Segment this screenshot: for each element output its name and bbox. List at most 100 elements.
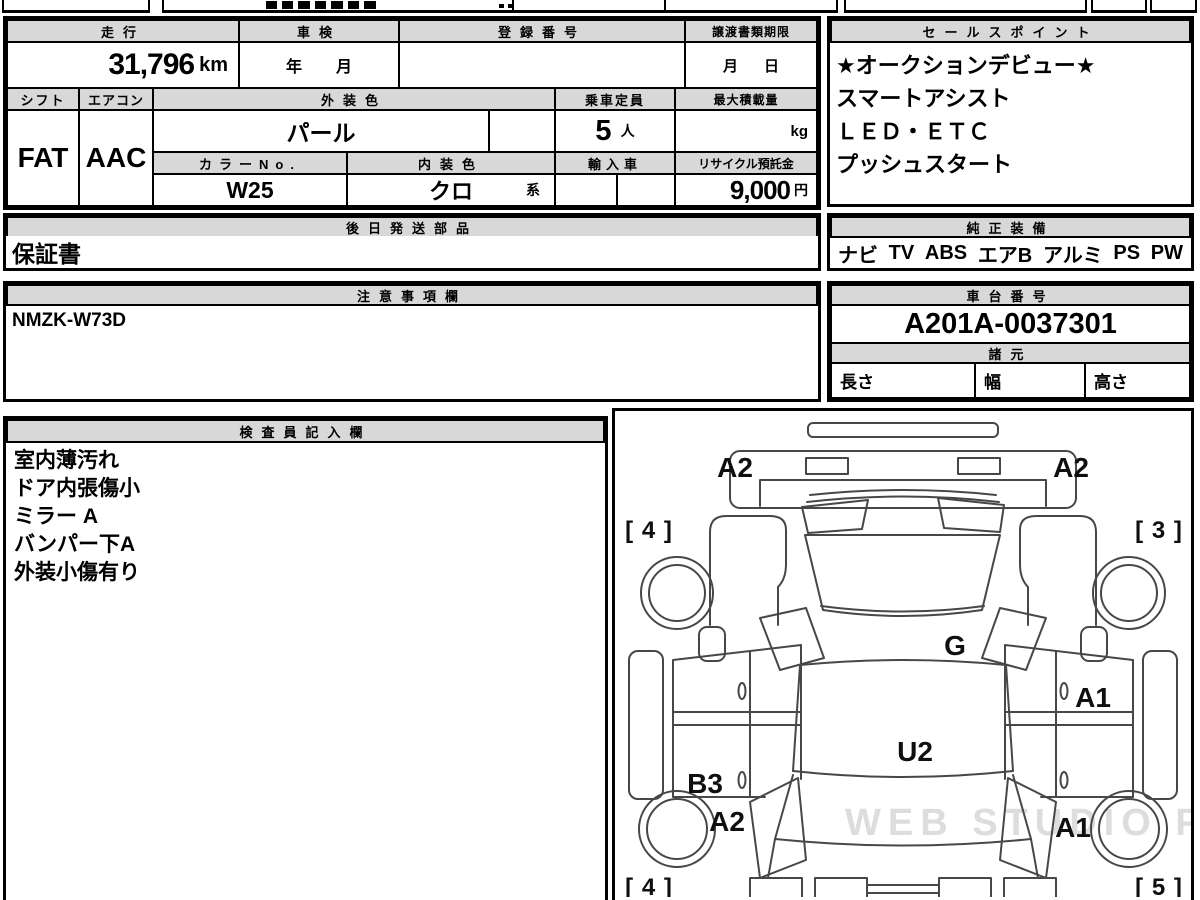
auction-sheet: 走行 車検 登録番号 譲渡書類期限 31,796 km 年 月 月 日 シフト … [0, 0, 1200, 900]
interior-color-value: クロ 系 [346, 173, 556, 207]
max-load-unit: kg [790, 122, 808, 140]
list-item: ABS [924, 241, 968, 264]
color-no-header: カラーNo. [152, 151, 348, 175]
inspector-list: 室内薄汚れドア内張傷小 ミラー A バンパー下A 外装小傷有り [6, 445, 605, 589]
recycle-deposit-unit: 円 [794, 182, 808, 198]
inspector-header: 検査員記入欄 [6, 419, 605, 443]
recycle-deposit-value: 9,000 円 [674, 173, 818, 207]
shipping-parts-box: 後日発送部品 保証書 [3, 213, 821, 271]
diagram-box: WEB STUDIO PRO [612, 408, 1200, 900]
diagram-watermark: WEB STUDIO PRO [845, 802, 1191, 844]
interior-color-suffix: 系 [526, 182, 540, 198]
list-item: ★オークションデビュー★ [836, 53, 1096, 78]
max-load-header: 最大積載量 [674, 87, 818, 111]
interior-color-header: 内装色 [346, 151, 556, 175]
recycle-deposit-number: 9,000 [729, 174, 791, 205]
capacity-header: 乗車定員 [554, 87, 676, 111]
list-item: ドア内張傷小 [14, 477, 140, 500]
capacity-value: 5 人 [554, 109, 676, 153]
specs-header: 諸元 [830, 342, 1191, 364]
equipment-box: 純正装備 ナビ TV ABS エアB アルミ PS PW [827, 213, 1194, 271]
shaken-header: 車検 [238, 19, 400, 43]
sales-points-header: セールスポイント [830, 19, 1191, 43]
shaken-year-label: 年 [285, 59, 302, 76]
exterior-color-value: パール [152, 109, 490, 153]
list-item: PS [1113, 241, 1141, 264]
capacity-number: 5 [595, 114, 611, 147]
list-item: エアB [977, 244, 1033, 267]
shift-value: FAT [6, 109, 80, 207]
chassis-header: 車台番号 [830, 284, 1191, 306]
transfer-deadline-header: 譲渡書類期限 [684, 19, 818, 43]
inspector-box: 検査員記入欄 室内薄汚れドア内張傷小 ミラー A バンパー下A 外装小傷有り [3, 416, 608, 900]
mileage-value: 31,796 km [6, 41, 240, 89]
top-partial-cell [1150, 0, 1197, 13]
damage-label: [ 4 ] [625, 874, 673, 897]
list-item: ＬＥＤ・ＥＴＣ [836, 119, 991, 144]
capacity-unit: 人 [620, 123, 635, 139]
list-item: ナビ [838, 244, 878, 267]
spec-table: 走行 車検 登録番号 譲渡書類期限 31,796 km 年 月 月 日 シフト … [3, 16, 821, 210]
spec-width-cell: 幅 [974, 362, 1086, 399]
registration-value [398, 41, 686, 89]
list-item: TV [888, 241, 915, 264]
notes-value: NMZK-W73D [12, 310, 126, 331]
top-partial-cell [1091, 0, 1147, 13]
mileage-header: 走行 [6, 19, 240, 43]
car-damage-diagram: WEB STUDIO PRO [625, 422, 1200, 900]
max-load-value: kg [674, 109, 818, 153]
notes-header: 注意事項欄 [6, 284, 818, 306]
damage-label: A2 [717, 452, 753, 483]
spec-length-cell: 長さ [830, 362, 976, 399]
exterior-color-extra [488, 109, 556, 153]
shipping-parts-value: 保証書 [6, 236, 818, 268]
shaken-month-label: 月 [336, 59, 353, 76]
damage-label: A2 [1053, 452, 1089, 483]
shaken-value: 年 月 [238, 41, 400, 89]
import-car-cell-1 [554, 173, 618, 207]
damage-label: U2 [897, 736, 933, 767]
damage-label: [ 3 ] [1135, 517, 1183, 544]
import-car-cell-2 [616, 173, 676, 207]
aircon-header: エアコン [78, 87, 154, 111]
spec-height-cell: 高さ [1084, 362, 1191, 399]
damage-label: [ 5 ] [1135, 874, 1183, 897]
top-partial-cell [512, 0, 666, 13]
deadline-month-label: 月 [722, 57, 738, 75]
list-item: 外装小傷有り [14, 561, 140, 584]
exterior-color-header: 外装色 [152, 87, 556, 111]
color-no-value: W25 [152, 173, 348, 207]
notes-box: 注意事項欄 NMZK-W73D [3, 281, 821, 402]
aircon-value: AAC [78, 109, 154, 207]
transfer-deadline-value: 月 日 [684, 41, 818, 89]
top-partial-cell [844, 0, 1087, 13]
shift-header: シフト [6, 87, 80, 111]
mileage-unit: km [199, 53, 228, 76]
list-item: ミラー A [14, 505, 98, 528]
damage-label: [ 4 ] [625, 517, 673, 544]
damage-label: B3 [687, 768, 723, 799]
damage-label: G [944, 630, 966, 661]
equipment-header: 純正装備 [830, 216, 1191, 238]
deadline-day-label: 日 [764, 57, 780, 75]
chassis-box: 車台番号 A201A-0037301 諸元 長さ 幅 高さ [827, 281, 1194, 402]
damage-label: A1 [1075, 682, 1111, 713]
chassis-value: A201A-0037301 [830, 304, 1191, 344]
top-partial-cell [2, 0, 150, 13]
sales-points-box: セールスポイント ★オークションデビュー★ スマートアシスト ＬＥＤ・ＥＴＣ プッシュ… [827, 16, 1194, 207]
registration-header: 登録番号 [398, 19, 686, 43]
interior-color-name: クロ [428, 179, 473, 204]
list-item: プッシュスタート [836, 152, 1013, 177]
sales-points-list: ★オークションデビュー★ スマートアシスト ＬＥＤ・ＥＴＣ プッシュスタート [830, 45, 1191, 185]
list-item: 室内薄汚れ [14, 449, 119, 472]
list-item: PW [1150, 241, 1183, 264]
damage-label: A2 [709, 806, 745, 837]
import-car-header: 輸入車 [554, 151, 676, 175]
list-item: バンパー下A [14, 533, 136, 556]
top-partial-cell [664, 0, 838, 13]
list-item: アルミ [1042, 244, 1103, 267]
damage-label: A1 [1055, 812, 1091, 843]
mileage-number: 31,796 [108, 48, 195, 81]
shipping-parts-header: 後日発送部品 [6, 216, 818, 238]
list-item: スマートアシスト [836, 86, 1011, 111]
